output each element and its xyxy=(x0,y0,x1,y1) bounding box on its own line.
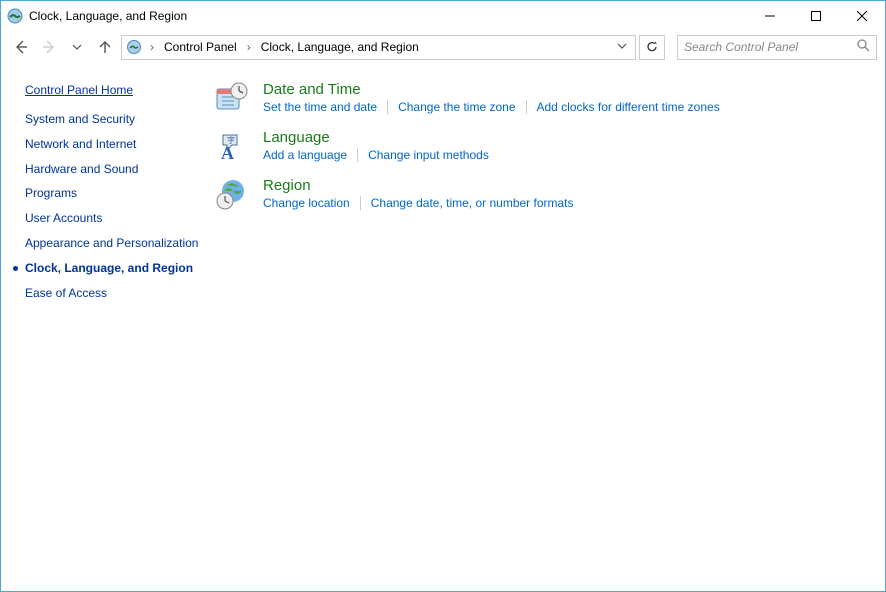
forward-button[interactable] xyxy=(37,35,61,59)
window-title: Clock, Language, and Region xyxy=(29,9,187,23)
sidebar-item: Ease of Access xyxy=(25,285,211,302)
minimize-button[interactable] xyxy=(747,1,793,31)
sidebar-item: Clock, Language, and Region xyxy=(25,260,211,277)
task-link[interactable]: Change location xyxy=(263,196,350,210)
up-button[interactable] xyxy=(93,35,117,59)
search-icon[interactable] xyxy=(857,39,870,55)
sidebar-item: User Accounts xyxy=(25,210,211,227)
sidebar-category-list: System and Security Network and Internet H… xyxy=(25,111,211,301)
chevron-right-icon[interactable]: › xyxy=(146,40,158,54)
task-list: Set the time and date Change the time zon… xyxy=(263,100,869,114)
sidebar-item: Appearance and Personalization xyxy=(25,235,211,252)
control-panel-home-link[interactable]: Control Panel Home xyxy=(25,83,211,97)
content-area: Control Panel Home System and Security Ne… xyxy=(1,67,885,591)
category: Date and Time Set the time and date Change… xyxy=(215,81,869,115)
search-input[interactable] xyxy=(684,40,857,54)
sidebar-item: System and Security xyxy=(25,111,211,128)
task-link[interactable]: Change the time zone xyxy=(398,100,515,114)
refresh-button[interactable] xyxy=(639,35,665,60)
region-icon xyxy=(215,177,249,211)
task-list: Change location Change date, time, or num… xyxy=(263,196,869,210)
task-link[interactable]: Change date, time, or number formats xyxy=(371,196,574,210)
task-separator xyxy=(357,148,358,162)
maximize-button[interactable] xyxy=(793,1,839,31)
category-body: Language Add a language Change input metho… xyxy=(263,129,869,162)
sidebar-item: Hardware and Sound xyxy=(25,161,211,178)
category-title[interactable]: Region xyxy=(263,177,869,194)
svg-text:A: A xyxy=(221,143,234,163)
sidebar-item-link[interactable]: User Accounts xyxy=(25,211,102,225)
breadcrumb-root[interactable]: Control Panel xyxy=(160,40,241,54)
sidebar-item-link[interactable]: Ease of Access xyxy=(25,286,107,300)
main-pane: Date and Time Set the time and date Change… xyxy=(211,67,885,591)
addressbar-dropdown[interactable] xyxy=(613,40,631,54)
category-body: Region Change location Change date, time, … xyxy=(263,177,869,210)
control-panel-small-icon xyxy=(126,39,142,55)
category-title[interactable]: Date and Time xyxy=(263,81,869,98)
sidebar-item-link[interactable]: Hardware and Sound xyxy=(25,162,138,176)
close-button[interactable] xyxy=(839,1,885,31)
datetime-icon xyxy=(215,81,249,115)
sidebar-item-link[interactable]: Network and Internet xyxy=(25,137,136,151)
recent-locations-dropdown[interactable] xyxy=(65,35,89,59)
language-icon: 字 A xyxy=(215,129,249,163)
sidebar-item-link[interactable]: Programs xyxy=(25,186,77,200)
category-body: Date and Time Set the time and date Change… xyxy=(263,81,869,114)
task-link[interactable]: Change input methods xyxy=(368,148,489,162)
window-controls xyxy=(747,1,885,31)
address-bar[interactable]: › Control Panel › Clock, Language, and R… xyxy=(121,35,636,60)
task-separator xyxy=(526,100,527,114)
sidebar-item-link[interactable]: System and Security xyxy=(25,112,135,126)
category: Region Change location Change date, time, … xyxy=(215,177,869,211)
task-link[interactable]: Add a language xyxy=(263,148,347,162)
task-link[interactable]: Set the time and date xyxy=(263,100,377,114)
task-separator xyxy=(387,100,388,114)
sidebar-item: Programs xyxy=(25,185,211,202)
navigation-bar: › Control Panel › Clock, Language, and R… xyxy=(1,31,885,67)
task-list: Add a language Change input methods xyxy=(263,148,869,162)
category-title[interactable]: Language xyxy=(263,129,869,146)
sidebar-item: Network and Internet xyxy=(25,136,211,153)
chevron-right-icon[interactable]: › xyxy=(243,40,255,54)
sidebar-item-link[interactable]: Appearance and Personalization xyxy=(25,236,198,250)
search-box[interactable] xyxy=(677,35,877,60)
sidebar: Control Panel Home System and Security Ne… xyxy=(1,67,211,591)
breadcrumb-current[interactable]: Clock, Language, and Region xyxy=(257,40,423,54)
window: Clock, Language, and Region xyxy=(0,0,886,592)
control-panel-icon xyxy=(7,8,23,24)
task-separator xyxy=(360,196,361,210)
task-link[interactable]: Add clocks for different time zones xyxy=(537,100,720,114)
sidebar-item-link[interactable]: Clock, Language, and Region xyxy=(25,261,193,275)
titlebar: Clock, Language, and Region xyxy=(1,1,885,31)
back-button[interactable] xyxy=(9,35,33,59)
category: 字 A Language Add a language Change input m… xyxy=(215,129,869,163)
